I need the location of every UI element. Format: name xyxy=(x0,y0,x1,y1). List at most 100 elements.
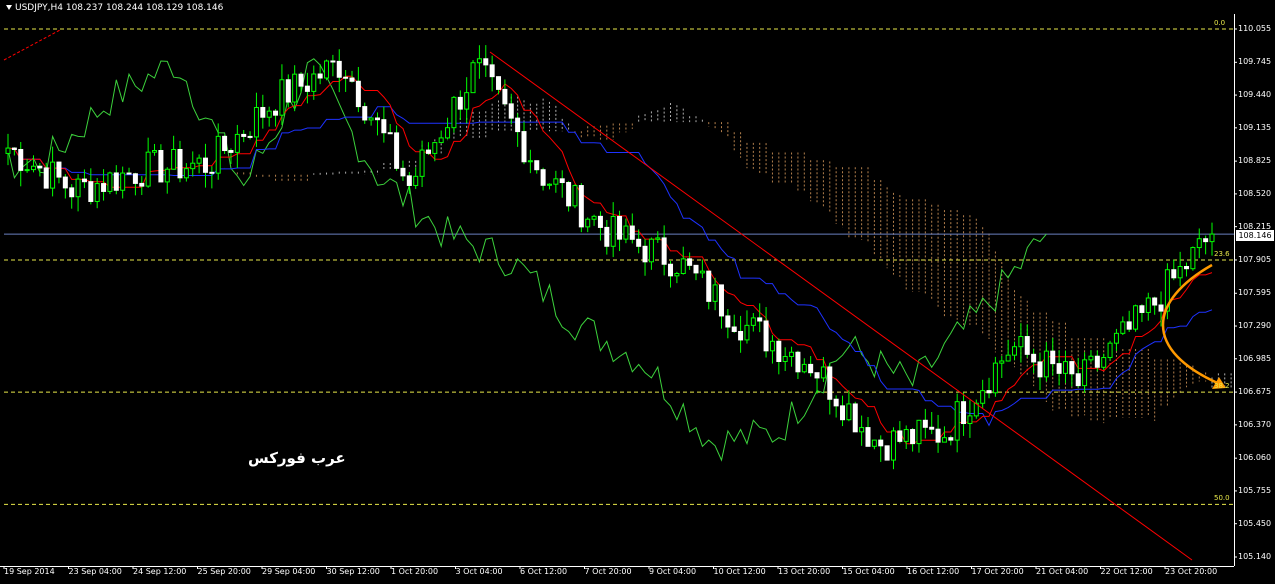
candle-body xyxy=(400,167,406,177)
candle-body xyxy=(871,439,877,447)
candle-body xyxy=(559,178,565,184)
candle-body xyxy=(833,398,839,407)
candle-body xyxy=(368,117,374,121)
candle-body xyxy=(1050,350,1056,365)
trend-line-extension xyxy=(3,29,61,61)
time-tick-label: 17 Oct 20:00 xyxy=(971,567,1024,576)
candle-body xyxy=(1107,342,1113,359)
candle-body xyxy=(292,73,298,103)
time-tick-label: 29 Sep 04:00 xyxy=(262,567,316,576)
candle-body xyxy=(878,439,884,447)
candle-body xyxy=(451,96,457,129)
trend-line xyxy=(489,51,1193,561)
candle-body xyxy=(304,85,310,92)
candle-body xyxy=(470,62,476,94)
price-tick-label: 109.440 xyxy=(1238,90,1272,100)
candle-body xyxy=(750,317,756,326)
candle-body xyxy=(929,426,935,430)
candle-body xyxy=(1139,305,1145,313)
fib-level-label: 23.6 xyxy=(1214,249,1230,258)
candle-body xyxy=(120,172,126,191)
candle-body xyxy=(629,225,635,240)
candle-body xyxy=(980,390,986,404)
time-tick-label: 9 Oct 04:00 xyxy=(649,567,697,576)
time-tick-label: 16 Oct 12:00 xyxy=(907,567,960,576)
chart-canvas[interactable] xyxy=(0,0,1275,584)
candle-body xyxy=(801,363,807,373)
candle-body xyxy=(782,356,788,362)
candle-body xyxy=(757,317,763,322)
candle-body xyxy=(228,150,234,153)
candle-body xyxy=(553,178,559,185)
candle-body xyxy=(1024,336,1030,355)
candle-body xyxy=(1018,336,1024,348)
candle-body xyxy=(999,360,1005,364)
candle-body xyxy=(910,429,916,445)
candle-body xyxy=(617,215,623,240)
candle-body xyxy=(648,238,654,263)
candle-body xyxy=(1133,305,1139,330)
fibonacci-levels xyxy=(4,28,1234,505)
candle-body xyxy=(69,187,75,198)
candle-body xyxy=(349,77,355,82)
candle-body xyxy=(285,79,291,103)
candle-body xyxy=(623,225,629,240)
candle-body xyxy=(954,401,960,441)
candle-body xyxy=(37,165,43,169)
candle-body xyxy=(604,226,610,247)
candle-body xyxy=(693,264,699,274)
candle-body xyxy=(1037,361,1043,378)
price-tick-label: 105.140 xyxy=(1238,552,1272,561)
candle-body xyxy=(840,405,846,421)
candle-body xyxy=(1043,350,1049,378)
candle-body xyxy=(763,320,769,352)
candle-body xyxy=(101,183,107,192)
candle-body xyxy=(591,215,597,220)
open-value: 108.237 xyxy=(65,3,104,13)
candle-body xyxy=(11,147,17,151)
price-tick-label: 106.675 xyxy=(1238,387,1272,397)
candle-body xyxy=(311,73,317,92)
candle-body xyxy=(209,171,215,174)
candle-body xyxy=(260,107,266,118)
time-tick-label: 1 Oct 20:00 xyxy=(391,567,439,576)
price-axis[interactable]: 110.055 109.745 109.440 109.135 108.825 108.5… xyxy=(1234,0,1275,566)
candle-body xyxy=(1069,361,1075,375)
candle-body xyxy=(247,135,253,138)
axis-frame xyxy=(0,14,1237,569)
candle-body xyxy=(578,185,584,228)
candle-body xyxy=(738,330,744,341)
time-axis[interactable]: 19 Sep 2014 23 Sep 04:00 24 Sep 12:00 25 Se… xyxy=(0,566,1234,584)
candle-body xyxy=(1113,332,1119,344)
chikou-span-line xyxy=(7,58,1047,462)
candle-body xyxy=(687,258,693,266)
time-tick-label: 23 Oct 20:00 xyxy=(1165,567,1218,576)
candle-body xyxy=(432,142,438,154)
candle-body xyxy=(88,181,94,202)
candle-body xyxy=(438,137,444,144)
chart-window[interactable]: USDJPY,H4 108.237 108.244 108.129 108.14… xyxy=(0,0,1275,584)
candle-body xyxy=(1158,304,1164,312)
price-tick-label: 106.060 xyxy=(1238,453,1272,463)
candle-body xyxy=(234,133,240,153)
symbol-label: USDJPY,H4 xyxy=(15,3,63,13)
time-tick-label: 3 Oct 04:00 xyxy=(455,567,503,576)
candle-body xyxy=(546,183,552,186)
candle-body xyxy=(1145,297,1151,313)
dropdown-triangle-icon[interactable] xyxy=(6,5,12,10)
time-tick-label: 23 Sep 04:00 xyxy=(68,567,122,576)
candle-body xyxy=(381,119,387,134)
candle-body xyxy=(171,148,177,170)
candle-body xyxy=(139,182,145,187)
candle-body xyxy=(50,161,56,189)
candle-body xyxy=(202,157,208,173)
candle-body xyxy=(273,110,279,116)
time-tick-label: 30 Sep 12:00 xyxy=(326,567,380,576)
candle-body xyxy=(668,263,674,277)
candle-body xyxy=(986,390,992,394)
candle-body xyxy=(776,340,782,362)
candle-body xyxy=(1126,321,1132,330)
candle-body xyxy=(1196,238,1202,249)
candle-body xyxy=(445,127,451,139)
candle-body xyxy=(145,151,151,187)
